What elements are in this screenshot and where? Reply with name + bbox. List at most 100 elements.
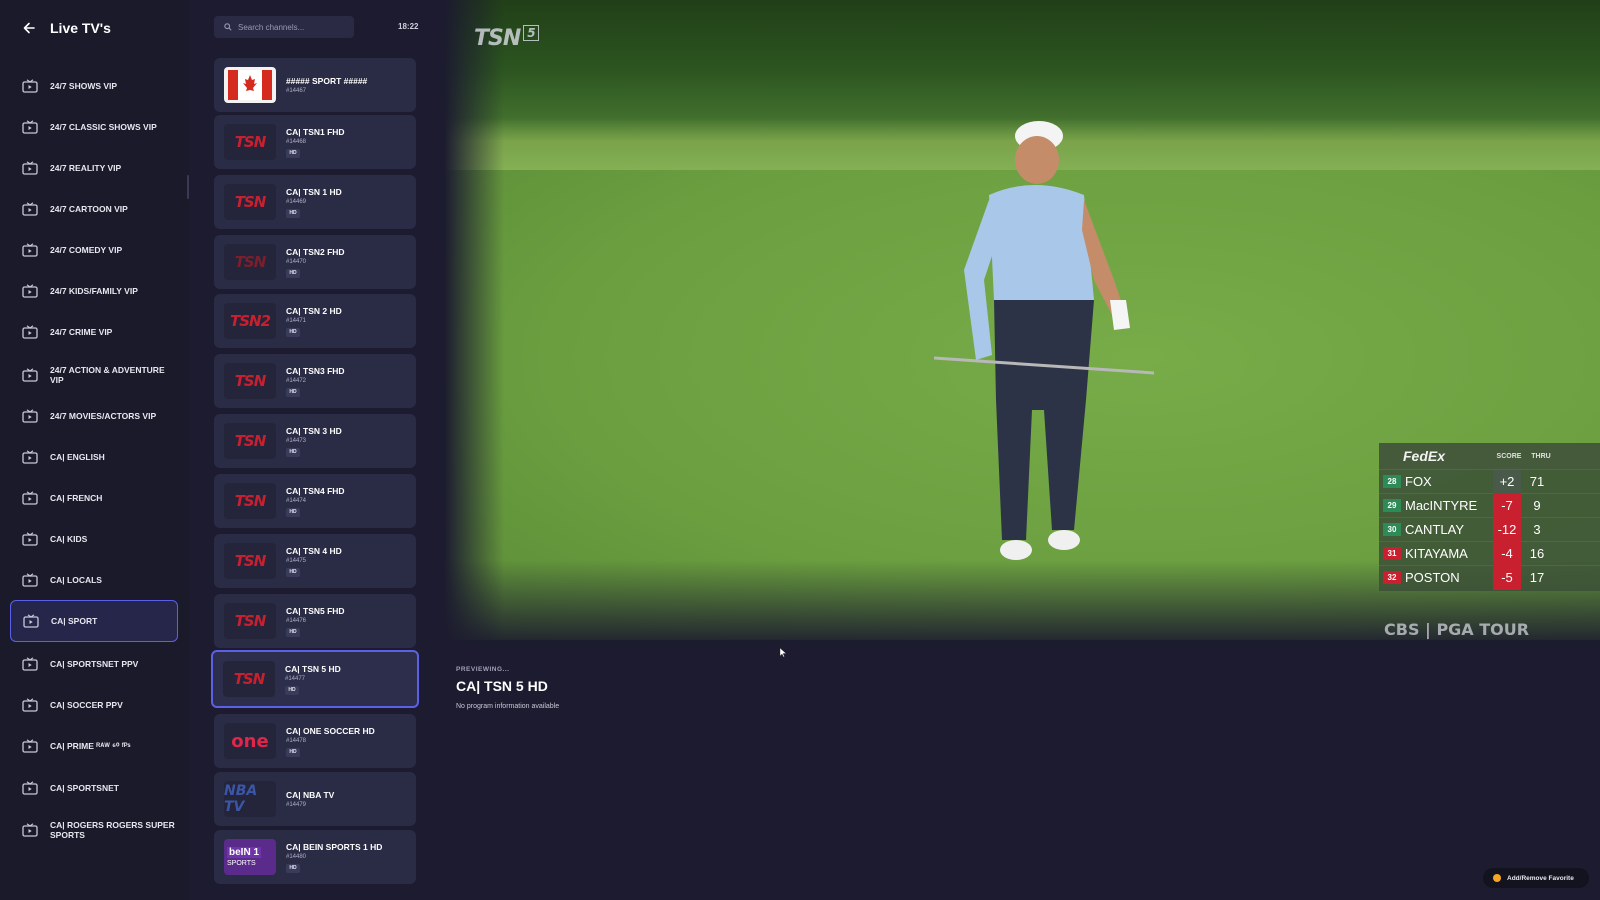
sidebar-item-label: 24/7 COMEDY VIP <box>50 244 123 255</box>
tv-icon <box>23 614 39 628</box>
sidebar-item[interactable]: 24/7 REALITY VIP <box>10 147 178 189</box>
tv-icon <box>22 532 38 546</box>
tsn-logo: TSN <box>224 483 276 519</box>
program-description: No program information available <box>456 703 560 710</box>
channel-card[interactable]: one CA| ONE SOCCER HD #14478 HD <box>214 714 416 768</box>
sidebar-item[interactable]: CA| ROGERS ROGERS SUPER SPORTS <box>10 809 178 851</box>
live-tv-app: Live TV's 24/7 SHOWS VIP 24/7 CLASSIC SHO… <box>0 0 1600 900</box>
leaderboard-row: 28 FOX +2 71 <box>1379 469 1600 494</box>
clock: 18:22 <box>398 22 419 31</box>
tv-icon <box>22 368 38 382</box>
channel-name: CA| TSN 3 HD <box>286 425 342 436</box>
channel-name: CA| TSN1 FHD <box>286 126 345 137</box>
sidebar-item[interactable]: 24/7 CLASSIC SHOWS VIP <box>10 106 178 148</box>
channel-name: CA| TSN2 FHD <box>286 246 345 257</box>
channel-card[interactable]: beIN 1 SPORTS CA| BEIN SPORTS 1 HD #14480 HD <box>214 830 416 884</box>
sidebar-item[interactable]: CA| PRIME ᴿᴬᵂ ⁶⁰ ᶠᴾˢ <box>10 725 178 767</box>
add-remove-favorite-button[interactable]: Add/Remove Favorite <box>1483 868 1589 888</box>
nba-tv-logo: NBA TV <box>224 781 276 817</box>
channel-card[interactable]: TSN2 CA| TSN 2 HD #14471 HD <box>214 294 416 348</box>
sidebar-item-label: 24/7 KIDS/FAMILY VIP <box>50 285 138 296</box>
bein-sports-logo: beIN 1 SPORTS <box>224 839 276 875</box>
channel-card[interactable]: ##### SPORT ##### #14467 <box>214 58 416 112</box>
channel-card[interactable]: TSN CA| TSN4 FHD #14474 HD <box>214 474 416 528</box>
back-arrow-icon[interactable] <box>20 19 38 37</box>
sidebar-item-label: CA| SPORT <box>51 615 98 626</box>
tv-icon <box>22 120 38 134</box>
tv-icon <box>22 823 38 837</box>
sidebar-item[interactable]: CA| SPORT <box>10 600 178 642</box>
tsn-logo: TSN <box>224 423 276 459</box>
sidebar-item[interactable]: 24/7 MOVIES/ACTORS VIP <box>10 395 178 437</box>
sidebar-item-label: CA| FRENCH <box>50 492 103 503</box>
leaderboard-thru: 17 <box>1529 570 1545 585</box>
sidebar-item[interactable]: 24/7 ACTION & ADVENTURE VIP <box>10 354 178 396</box>
tv-icon <box>22 161 38 175</box>
hd-badge: HD <box>286 567 300 577</box>
sidebar-item[interactable]: CA| KIDS <box>10 518 178 560</box>
leaderboard-player-name: POSTON <box>1405 570 1460 585</box>
channel-card[interactable]: TSN CA| TSN 5 HD #14477 HD <box>211 650 419 708</box>
leaderboard-thru: 9 <box>1533 498 1541 513</box>
hd-badge: HD <box>286 208 300 218</box>
previewing-label: PREVIEWING... <box>456 666 510 673</box>
tsn-logo: TSN <box>224 603 276 639</box>
channel-card[interactable]: TSN CA| TSN1 FHD #14468 HD <box>214 115 416 169</box>
channel-card[interactable]: TSN CA| TSN2 FHD #14470 HD <box>214 235 416 289</box>
tv-icon <box>22 698 38 712</box>
sidebar-item[interactable]: CA| SPORTSNET <box>10 767 178 809</box>
channel-card[interactable]: TSN CA| TSN5 FHD #14476 HD <box>214 594 416 648</box>
channel-card[interactable]: TSN CA| TSN3 FHD #14472 HD <box>214 354 416 408</box>
search-box[interactable] <box>214 16 354 38</box>
favorite-button-label: Add/Remove Favorite <box>1507 874 1574 882</box>
sidebar-item[interactable]: 24/7 CARTOON VIP <box>10 188 178 230</box>
tv-icon <box>22 243 38 257</box>
tv-icon <box>22 79 38 93</box>
tsn-logo: TSN <box>224 543 276 579</box>
tv-icon <box>22 284 38 298</box>
video-fade-left <box>444 0 504 650</box>
sidebar-item-label: CA| ENGLISH <box>50 451 105 462</box>
leaderboard-row: 32 POSTON -5 17 <box>1379 565 1600 590</box>
channel-card[interactable]: TSN CA| TSN 4 HD #14475 HD <box>214 534 416 588</box>
leaderboard-score: -5 <box>1493 565 1521 590</box>
channel-card[interactable]: TSN CA| TSN 1 HD #14469 HD <box>214 175 416 229</box>
video-preview[interactable]: TSN 5 FedEx SCORE THRU 28 FOX +2 71 29 MacINTY… <box>444 0 1600 650</box>
sidebar-item[interactable]: 24/7 CRIME VIP <box>10 311 178 353</box>
channel-name: CA| BEIN SPORTS 1 HD <box>286 841 383 852</box>
sidebar-item[interactable]: 24/7 COMEDY VIP <box>10 229 178 271</box>
channel-number: #14469 <box>286 198 307 205</box>
tv-icon <box>22 573 38 587</box>
channel-number: #14479 <box>286 802 307 808</box>
search-icon <box>224 23 232 31</box>
leaderboard-player-name: KITAYAMA <box>1405 546 1468 561</box>
sidebar-item[interactable]: CA| FRENCH <box>10 477 178 519</box>
sidebar-item[interactable]: 24/7 SHOWS VIP <box>10 65 178 107</box>
channel-card[interactable]: NBA TV CA| NBA TV #14479 <box>214 772 416 826</box>
sidebar-item[interactable]: CA| SOCCER PPV <box>10 684 178 726</box>
tsn-logo: TSN <box>224 184 276 220</box>
search-input[interactable] <box>238 22 348 32</box>
channel-name: CA| TSN4 FHD <box>286 485 345 496</box>
sidebar-item[interactable]: CA| ENGLISH <box>10 436 178 478</box>
sidebar-item[interactable]: 24/7 KIDS/FAMILY VIP <box>10 270 178 312</box>
leaderboard-row: 31 KITAYAMA -4 16 <box>1379 541 1600 566</box>
channel-name: CA| ONE SOCCER HD <box>286 725 375 736</box>
sidebar-item-label: 24/7 ACTION & ADVENTURE VIP <box>50 364 165 385</box>
favorite-color-key-icon <box>1493 874 1501 882</box>
leaderboard-player-name: CANTLAY <box>1405 522 1464 537</box>
channel-name: CA| TSN 2 HD <box>286 305 342 316</box>
mouse-cursor-icon <box>780 648 786 657</box>
leaderboard-row: 30 CANTLAY -12 3 <box>1379 517 1600 542</box>
channel-name: CA| TSN5 FHD <box>286 605 345 616</box>
hd-badge: HD <box>286 327 300 337</box>
sidebar-scrollbar[interactable] <box>187 175 189 199</box>
tsn-logo: TSN <box>224 124 276 160</box>
hd-badge: HD <box>286 268 300 278</box>
sidebar-item[interactable]: CA| LOCALS <box>10 559 178 601</box>
channel-card[interactable]: TSN CA| TSN 3 HD #14473 HD <box>214 414 416 468</box>
sidebar-item-label: 24/7 SHOWS VIP <box>50 80 118 91</box>
channel-name: CA| NBA TV <box>286 790 335 800</box>
sidebar-item[interactable]: CA| SPORTSNET PPV <box>10 643 178 685</box>
channel-name: ##### SPORT ##### <box>286 76 368 86</box>
